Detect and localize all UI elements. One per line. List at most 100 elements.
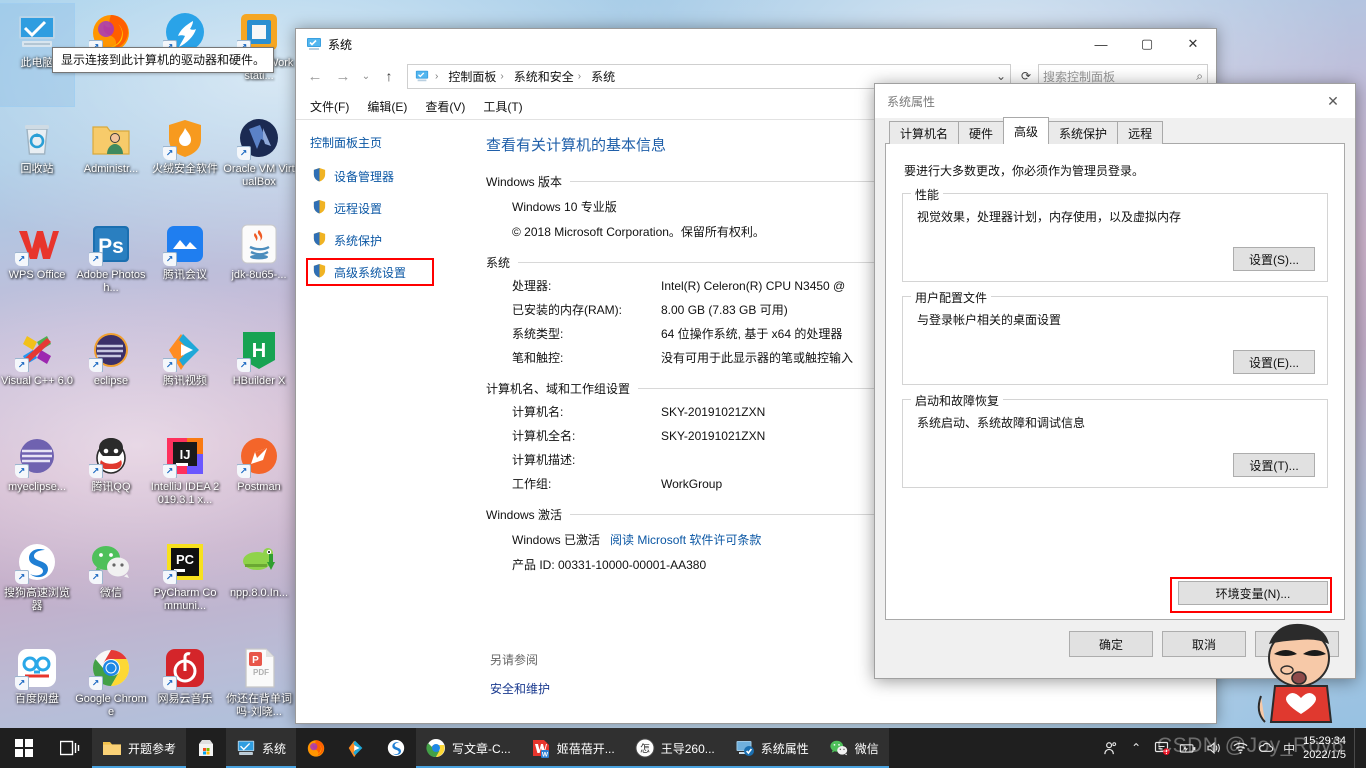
menu-file[interactable]: 文件(F) (310, 98, 349, 115)
breadcrumb-label: 系统 (591, 69, 616, 84)
desktop-icon-hbuilder[interactable]: H ↗ HBuilder X (222, 322, 296, 424)
taskbar-item-9[interactable]: 系统属性 (724, 728, 819, 768)
recent-locations-icon[interactable]: ⌄ (358, 64, 374, 88)
control-panel-titlebar[interactable]: 系统 — ▢ ✕ (296, 29, 1216, 59)
ok-button[interactable]: 确定 (1069, 631, 1153, 657)
cancel-button[interactable]: 取消 (1162, 631, 1246, 657)
system-properties-icon (735, 738, 755, 758)
menu-tools[interactable]: 工具(T) (483, 98, 522, 115)
taskbar-item-5[interactable] (376, 728, 416, 768)
apply-button[interactable]: 应用(A) (1255, 631, 1339, 657)
system-properties-dialog[interactable]: 系统属性 ✕ 计算机名 硬件 高级 系统保护 远程 要进行大多数更改，你必须作为管理员登… (874, 83, 1356, 679)
taskbar-item-7[interactable]: W 姬蓓蓓开... (520, 728, 625, 768)
desktop-icon-pdf-file[interactable]: P PDF 你还在背单词吗-刘晓... (222, 640, 296, 742)
desktop-icon-qq[interactable]: ↗ 腾讯QQ (74, 428, 148, 530)
tab-0[interactable]: 计算机名 (889, 121, 960, 144)
startup-recovery-settings-button[interactable]: 设置(T)... (1233, 453, 1315, 477)
security-alert-icon[interactable] (1149, 728, 1175, 768)
desktop-icon-netease-music[interactable]: ↗ 网易云音乐 (148, 640, 222, 742)
menu-edit[interactable]: 编辑(E) (367, 98, 407, 115)
breadcrumb-item-1[interactable]: 系统和安全 › (511, 68, 588, 85)
maximize-button[interactable]: ▢ (1124, 29, 1170, 59)
environment-variables-button[interactable]: 环境变量(N)... (1178, 581, 1328, 605)
performance-settings-button[interactable]: 设置(S)... (1233, 247, 1315, 271)
shortcut-overlay-icon: ↗ (15, 464, 29, 478)
desktop-icon-label: 回收站 (20, 163, 54, 175)
clock[interactable]: 15:29:34 2022/1/5 (1299, 734, 1354, 762)
close-button[interactable]: ✕ (1170, 29, 1216, 59)
taskbar-item-10[interactable]: 微信 (818, 728, 889, 768)
eclipse-icon: ↗ (89, 328, 133, 372)
sidebar-item-2[interactable]: 系统保护 (310, 229, 476, 251)
breadcrumb-item-0[interactable]: 控制面板 › (445, 68, 510, 85)
up-arrow-icon[interactable]: ↑ (376, 64, 402, 88)
desktop-background[interactable]: 此电脑↗Firefox↗钉钉↗VMware Workstati...回收站Adm… (0, 0, 1366, 768)
desktop-icon-user-folder[interactable]: Administr... (74, 110, 148, 212)
license-terms-link[interactable]: 阅读 Microsoft 软件许可条款 (610, 533, 761, 547)
shortcut-overlay-icon: ↗ (15, 570, 29, 584)
task-view-button[interactable] (48, 728, 92, 768)
breadcrumb-item-2[interactable]: 系统 (588, 68, 618, 85)
menu-view[interactable]: 查看(V) (425, 98, 465, 115)
taskbar-item-2[interactable]: 系统 (226, 728, 297, 768)
wifi-icon[interactable] (1227, 728, 1253, 768)
taskbar-item-0[interactable]: 开题参考 (92, 728, 187, 768)
sidebar-item-0[interactable]: 设备管理器 (310, 165, 476, 187)
ime-chinese-icon[interactable]: 中 (1279, 728, 1299, 768)
desktop-icon-chrome[interactable]: ↗ Google Chrome (74, 640, 148, 742)
desktop-icon-recycle-bin[interactable]: 回收站 (0, 110, 74, 212)
desktop-icon-eclipse[interactable]: ↗ eclipse (74, 322, 148, 424)
see-also-link-security[interactable]: 安全和维护 (490, 680, 550, 697)
desktop-icon-java[interactable]: jdk-8u65-... (222, 216, 296, 318)
desktop-icon-pycharm[interactable]: PC ↗ PyCharm Communi... (148, 534, 222, 636)
desktop-icon-label: Administr... (83, 163, 139, 175)
tab-3[interactable]: 系统保护 (1048, 121, 1119, 144)
taskbar[interactable]: 开题参考 系统 写文章-C... W 姬蓓蓓开... 怎王导260... 系统属性 微信 ⌃ (0, 728, 1366, 768)
taskbar-item-8[interactable]: 怎王导260... (624, 728, 725, 768)
desktop-icon-intellij-idea[interactable]: IJ ↗ IntelliJ IDEA 2019.3.1 x... (148, 428, 222, 530)
desktop-icon-tencent-video[interactable]: ↗ 腾讯视频 (148, 322, 222, 424)
desktop-icon-visual-cpp[interactable]: ↗ Visual C++ 6.0 (0, 322, 74, 424)
breadcrumb-root-icon[interactable]: › (412, 69, 445, 83)
sidebar-item-3[interactable]: 高级系统设置 (306, 258, 476, 286)
user-profiles-settings-button[interactable]: 设置(E)... (1233, 350, 1315, 374)
desktop-icon-photoshop[interactable]: Ps ↗ Adobe Photosh... (74, 216, 148, 318)
taskbar-item-6[interactable]: 写文章-C... (416, 728, 521, 768)
desktop-icon-wps-office[interactable]: ↗ WPS Office (0, 216, 74, 318)
sidebar-item-home[interactable]: 控制面板主页 (310, 134, 476, 151)
desktop-icon-row: ↗ 搜狗高速浏览器 ↗ 微信 PC ↗ PyCharm Communi... npp.8.0.… (0, 534, 300, 640)
chevron-up-icon[interactable]: ⌃ (1123, 728, 1149, 768)
taskbar-item-4[interactable] (336, 728, 376, 768)
desktop-icon-myeclipse[interactable]: ↗ myeclipse... (0, 428, 74, 530)
dialog-close-button[interactable]: ✕ (1311, 85, 1355, 117)
intellij-idea-icon: IJ ↗ (163, 434, 207, 478)
svg-text:IJ: IJ (180, 447, 191, 462)
volume-icon[interactable] (1201, 728, 1227, 768)
battery-icon[interactable] (1175, 728, 1201, 768)
taskbar-item-1[interactable] (186, 728, 226, 768)
people-icon[interactable] (1097, 728, 1123, 768)
minimize-button[interactable]: — (1078, 29, 1124, 59)
tab-1[interactable]: 硬件 (958, 121, 1005, 144)
chevron-down-icon[interactable]: ⌄ (996, 69, 1006, 83)
desktop-icon-notepadpp[interactable]: npp.8.0.In... (222, 534, 296, 636)
show-desktop-button[interactable] (1354, 728, 1362, 768)
desktop-icon-sogou-browser[interactable]: ↗ 搜狗高速浏览器 (0, 534, 74, 636)
desktop-icon-postman[interactable]: ↗ Postman (222, 428, 296, 530)
onedrive-icon[interactable] (1253, 728, 1279, 768)
desktop-icon-virtualbox[interactable]: ↗ Oracle VM VirtualBox (222, 110, 296, 212)
tab-2[interactable]: 高级 (1003, 117, 1050, 144)
desktop-icon-label: 腾讯会议 (163, 269, 207, 281)
desktop-icon-wechat[interactable]: ↗ 微信 (74, 534, 148, 636)
desktop-icon-baidu-netdisk[interactable]: ↗ 百度网盘 (0, 640, 74, 742)
group-user-profiles: 用户配置文件 与登录帐户相关的桌面设置 设置(E)... (902, 289, 1328, 385)
sidebar-item-1[interactable]: 远程设置 (310, 197, 476, 219)
forward-arrow-icon[interactable]: → (330, 64, 356, 88)
tab-4[interactable]: 远程 (1117, 121, 1164, 144)
dialog-titlebar[interactable]: 系统属性 ✕ (875, 84, 1355, 118)
taskbar-item-3[interactable] (296, 728, 336, 768)
desktop-icon-tencent-meeting[interactable]: ↗ 腾讯会议 (148, 216, 222, 318)
start-button[interactable] (0, 728, 48, 768)
back-arrow-icon[interactable]: ← (302, 64, 328, 88)
desktop-icon-huorong[interactable]: ↗ 火绒安全软件 (148, 110, 222, 212)
